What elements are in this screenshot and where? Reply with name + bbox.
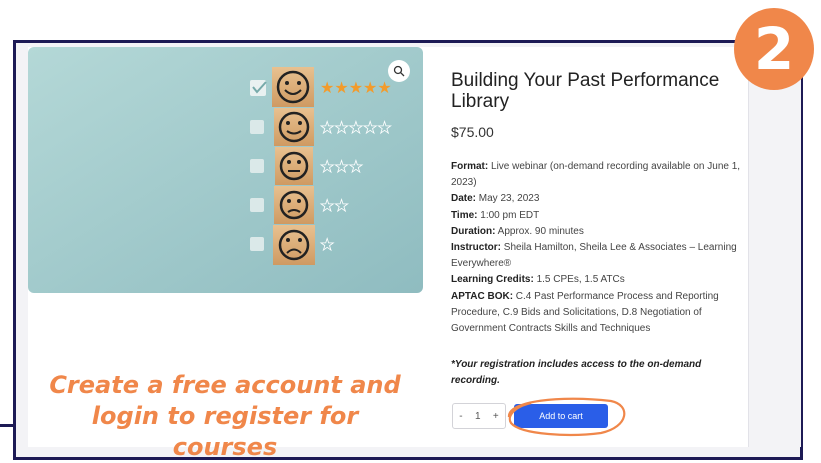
svg-text:★★★★★: ★★★★★ xyxy=(320,78,392,97)
detail-format: Format: Live webinar (on-demand recordin… xyxy=(451,161,741,189)
svg-text:★★: ★★ xyxy=(320,196,349,215)
detail-date: Date: May 23, 2023 xyxy=(451,193,540,205)
product-price: $75.00 xyxy=(451,124,494,140)
detail-instructor: Instructor: Sheila Hamilton, Sheila Lee … xyxy=(451,242,737,270)
registration-note: *Your registration includes access to th… xyxy=(451,359,702,386)
qty-value[interactable]: 1 xyxy=(475,411,481,422)
svg-text:★★★: ★★★ xyxy=(320,157,363,176)
search-icon xyxy=(393,65,405,77)
detail-time: Time: 1:00 pm EDT xyxy=(451,209,540,221)
smiley-icon xyxy=(272,67,315,265)
promo-text: Create a free account and login to regis… xyxy=(40,370,410,463)
product-details: Format: Live webinar (on-demand recordin… xyxy=(451,159,741,337)
highlight-circle xyxy=(507,397,626,436)
step-badge: 2 xyxy=(734,8,814,90)
svg-text:★: ★ xyxy=(320,235,334,254)
detail-bok: APTAC BOK: C.4 Past Performance Process … xyxy=(451,290,719,335)
detail-credits: Learning Credits: 1.5 CPEs, 1.5 ATCs xyxy=(451,274,625,286)
promo-line-1: Create a free account and xyxy=(49,371,401,399)
sidebar-strip xyxy=(748,47,801,447)
qty-minus-button[interactable]: - xyxy=(459,411,462,422)
detail-duration: Duration: Approx. 90 minutes xyxy=(451,225,584,237)
promo-line-2: login to register for courses xyxy=(91,402,359,461)
product-title: Building Your Past Performance Library xyxy=(451,70,720,112)
frame-edge xyxy=(0,424,13,427)
qty-plus-button[interactable]: + xyxy=(493,411,499,422)
svg-text:★★★★★: ★★★★★ xyxy=(320,118,392,137)
product-image[interactable]: ★★★★★ ★★★★★ ★★★ ★★ ★ xyxy=(28,47,423,293)
quantity-stepper[interactable]: - 1 + xyxy=(452,403,506,429)
zoom-button[interactable] xyxy=(388,60,410,82)
